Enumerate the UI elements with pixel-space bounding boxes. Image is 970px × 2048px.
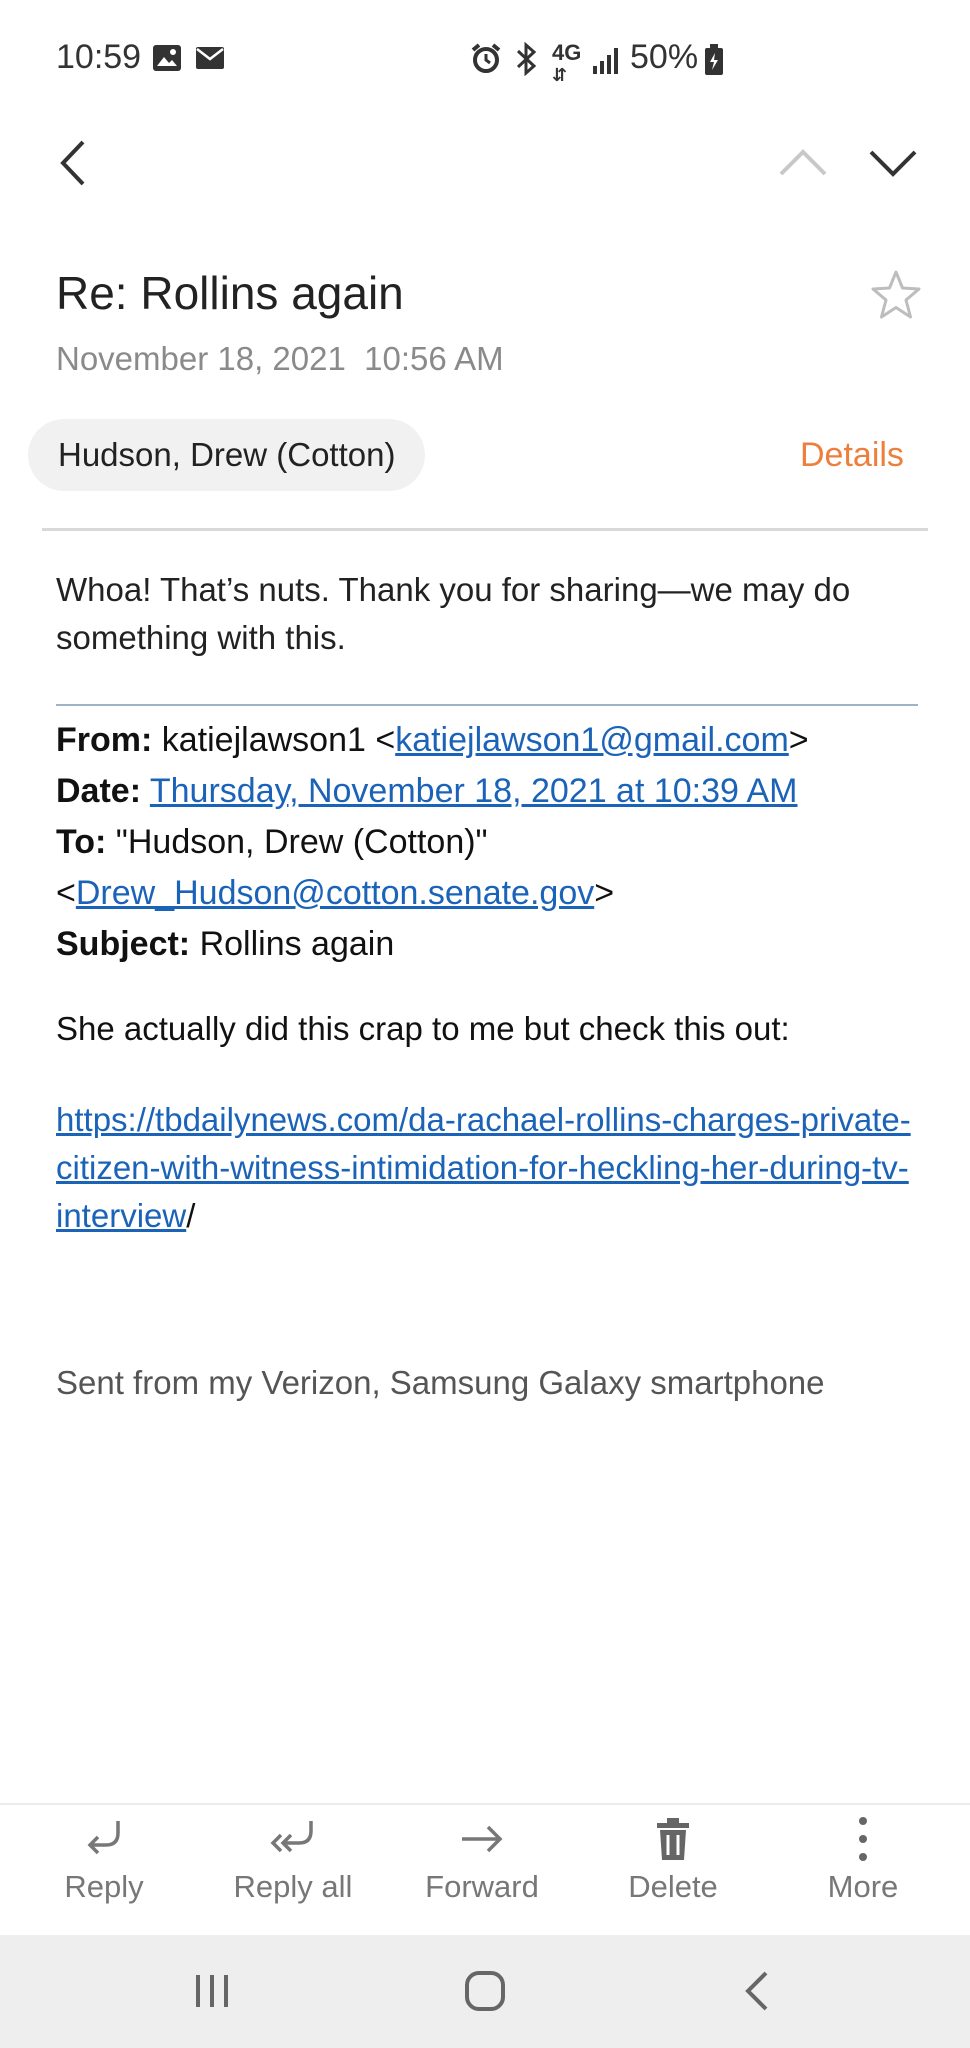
reply-all-label: Reply all: [233, 1869, 353, 1904]
more-button[interactable]: More: [768, 1815, 958, 1905]
next-email-button[interactable]: [858, 128, 928, 198]
quoted-to-email: <Drew_Hudson@cotton.senate.gov>: [56, 868, 936, 919]
reply-button[interactable]: Reply: [9, 1815, 199, 1905]
chevron-left-icon: [60, 140, 85, 186]
date-link[interactable]: Thursday, November 18, 2021 at 10:39 AM: [150, 772, 798, 810]
from-name: katiejlawson1 <: [152, 721, 396, 759]
quoted-message: She actually did this crap to me but che…: [56, 1010, 790, 1047]
more-label: More: [827, 1869, 899, 1904]
chevron-up-icon: [779, 149, 827, 176]
subject-label: Subject:: [56, 925, 191, 963]
back-button[interactable]: [38, 128, 108, 198]
recents-icon: [196, 1975, 228, 2007]
star-button[interactable]: [866, 266, 926, 326]
image-icon: [152, 44, 182, 77]
header-divider: [42, 528, 928, 531]
reply-all-icon: [270, 1821, 313, 1853]
system-back-button[interactable]: [740, 1969, 776, 2018]
to-label: To:: [56, 823, 107, 861]
from-email-link[interactable]: katiejlawson1@gmail.com: [395, 721, 789, 759]
subject-value: Rollins again: [190, 925, 395, 963]
alarm-icon: [470, 42, 502, 79]
reply-all-button[interactable]: Reply all: [198, 1815, 388, 1905]
delete-button[interactable]: Delete: [578, 1815, 768, 1905]
email-subject: Re: Rollins again: [56, 267, 404, 319]
bluetooth-icon: [514, 41, 538, 81]
mail-icon: [195, 46, 225, 75]
from-close: >: [788, 721, 809, 759]
more-vertical-icon: [859, 1817, 867, 1861]
quoted-to: To: "Hudson, Drew (Cotton)": [56, 817, 936, 868]
sender-chip[interactable]: Hudson, Drew (Cotton): [28, 419, 426, 491]
delete-label: Delete: [628, 1869, 718, 1904]
date-label: Date:: [56, 772, 142, 810]
quoted-subject: Subject: Rollins again: [56, 919, 936, 970]
battery-icon: [704, 44, 724, 81]
back-icon: [745, 1971, 768, 2011]
to-open: <: [56, 874, 76, 912]
home-button[interactable]: [463, 1969, 507, 2018]
quote-divider: [56, 704, 918, 706]
forward-label: Forward: [425, 1869, 539, 1904]
battery-percent: 50%: [630, 38, 699, 76]
home-icon: [465, 1971, 505, 2011]
to-close: >: [594, 874, 615, 912]
to-name: "Hudson, Drew (Cotton)": [106, 823, 488, 861]
url-block: https://tbdailynews.com/da-rachael-rolli…: [56, 1096, 916, 1240]
sender-name: Hudson, Drew (Cotton): [58, 436, 396, 473]
reply-icon: [87, 1821, 120, 1855]
star-icon: [871, 270, 921, 319]
quoted-date: Date: Thursday, November 18, 2021 at 10:…: [56, 766, 936, 817]
status-time: 10:59: [56, 38, 142, 76]
recents-button[interactable]: [192, 1971, 232, 2016]
article-link[interactable]: https://tbdailynews.com/da-rachael-rolli…: [56, 1101, 911, 1234]
system-navigation: [0, 1935, 970, 2048]
signal-icon: [592, 46, 620, 79]
from-label: From:: [56, 721, 153, 759]
url-trailing: /: [186, 1197, 196, 1234]
4g-icon: 4G ⇵: [552, 40, 582, 86]
forward-button[interactable]: Forward: [387, 1815, 577, 1905]
email-date: November 18, 2021 10:56 AM: [56, 340, 504, 377]
email-body: Whoa! That’s nuts. Thank you for sharing…: [56, 571, 851, 656]
to-email-link[interactable]: Drew_Hudson@cotton.senate.gov: [76, 874, 594, 912]
trash-icon: [657, 1818, 689, 1860]
previous-email-button[interactable]: [768, 128, 838, 198]
details-link[interactable]: Details: [800, 436, 904, 475]
signature: Sent from my Verizon, Samsung Galaxy sma…: [56, 1364, 825, 1401]
forward-icon: [462, 1825, 503, 1853]
chevron-down-icon: [869, 150, 917, 177]
quoted-from: From: katiejlawson1 <katiejlawson1@gmail…: [56, 715, 936, 766]
reply-label: Reply: [64, 1869, 144, 1904]
action-bar: Reply Reply all Forward Delete More: [0, 1803, 970, 1937]
